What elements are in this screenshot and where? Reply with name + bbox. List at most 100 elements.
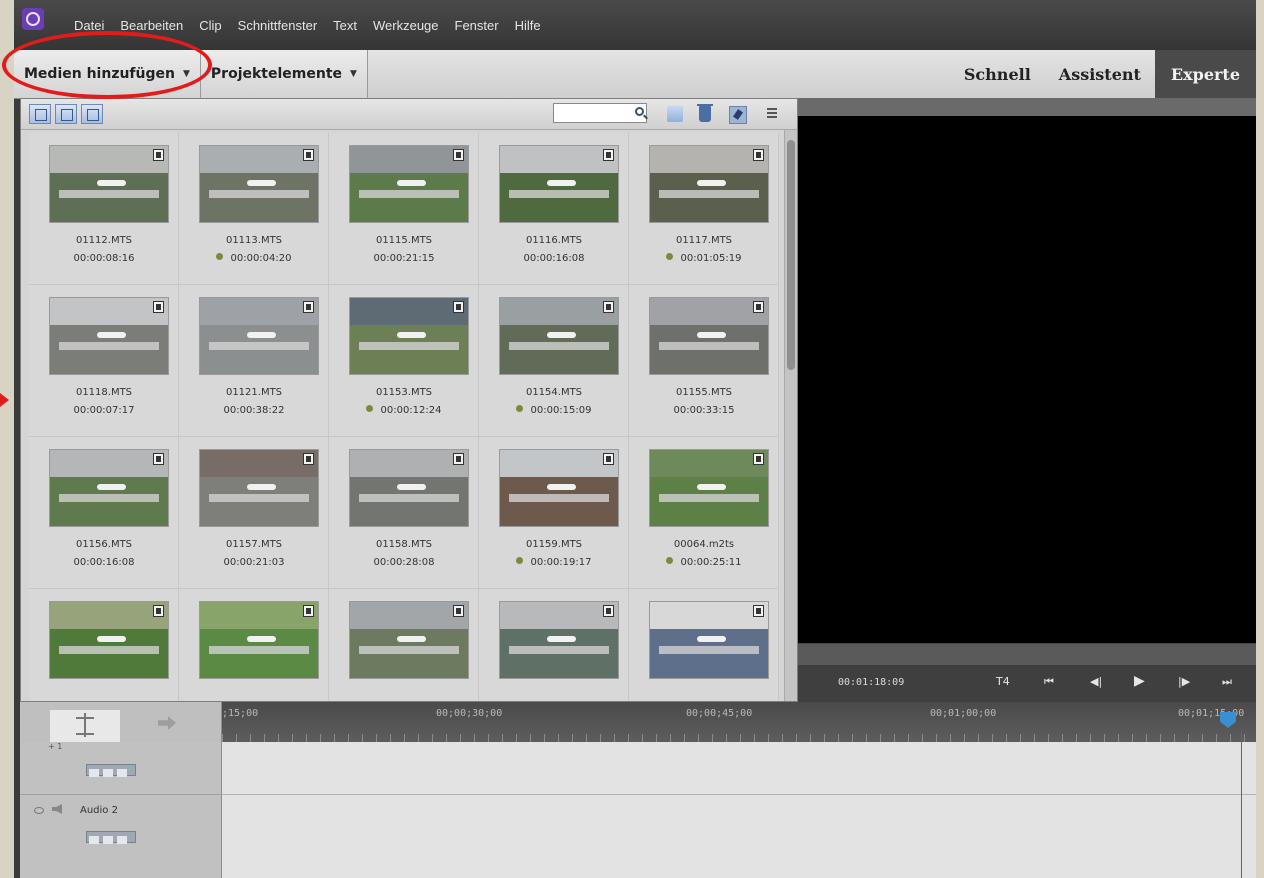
clip-thumbnail[interactable] xyxy=(199,297,319,375)
timeline-ruler[interactable]: ;15;00 00;00;30;00 00;00;45;00 00;01;00;… xyxy=(222,702,1256,742)
clip-thumbnail[interactable] xyxy=(199,145,319,223)
clip-duration-value: 00:00:15:09 xyxy=(530,405,592,416)
clip-thumbnail[interactable] xyxy=(199,449,319,527)
go-to-end-button[interactable]: ⏭ xyxy=(1222,675,1232,689)
clip-thumbnail[interactable] xyxy=(649,449,769,527)
in-use-dot-icon xyxy=(516,405,524,412)
clip-name: 01154.MTS xyxy=(525,387,583,398)
clip-tile[interactable] xyxy=(29,589,179,701)
clip-thumbnail[interactable] xyxy=(349,145,469,223)
panel-menu-icon[interactable] xyxy=(763,106,777,122)
clip-thumbnail[interactable] xyxy=(49,449,169,527)
clip-tile[interactable]: 01117.MTS 00:01:05:19 xyxy=(629,133,779,285)
track-keyframe-buttons[interactable] xyxy=(86,831,136,844)
clip-thumbnail[interactable] xyxy=(49,601,169,679)
clip-tile[interactable] xyxy=(179,589,329,701)
go-to-start-button[interactable]: ⏮ xyxy=(1044,675,1054,689)
clip-duration-value: 00:00:19:17 xyxy=(530,557,592,568)
track-visibility-icon[interactable] xyxy=(34,807,44,814)
clip-duration-value: 00:00:16:08 xyxy=(523,253,585,264)
clip-tile[interactable]: 00064.m2ts 00:00:25:11 xyxy=(629,437,779,589)
assets-scrollbar[interactable] xyxy=(784,130,797,701)
view-zoom-button[interactable] xyxy=(81,104,103,124)
mode-guided[interactable]: Assistent xyxy=(1045,50,1155,98)
menu-bearbeiten[interactable]: Bearbeiten xyxy=(120,18,183,33)
scroll-thumb[interactable] xyxy=(787,140,795,370)
play-button[interactable]: ▶ xyxy=(1134,673,1145,689)
menu-werkzeuge[interactable]: Werkzeuge xyxy=(373,18,439,33)
clip-thumbnail[interactable] xyxy=(199,601,319,679)
clip-thumbnail[interactable] xyxy=(649,297,769,375)
search-icon[interactable] xyxy=(635,107,644,116)
clip-thumbnail[interactable] xyxy=(499,449,619,527)
menu-fenster[interactable]: Fenster xyxy=(455,18,499,33)
clip-tile[interactable]: 01158.MTS 00:00:28:08 xyxy=(329,437,479,589)
view-thumbnail-button[interactable] xyxy=(29,104,51,124)
clip-tile[interactable]: 01159.MTS 00:00:19:17 xyxy=(479,437,629,589)
view-list-button[interactable] xyxy=(55,104,77,124)
monitor-timecode[interactable]: 00:01:18:09 xyxy=(838,677,904,688)
track-size-icon[interactable] xyxy=(50,710,120,742)
clip-tile[interactable] xyxy=(479,589,629,701)
film-icon xyxy=(753,301,764,313)
clip-tile[interactable]: 01118.MTS 00:00:07:17 xyxy=(29,285,179,437)
clip-thumbnail[interactable] xyxy=(649,601,769,679)
in-use-dot-icon xyxy=(516,557,524,564)
pin-icon[interactable] xyxy=(729,106,747,124)
menu-text[interactable]: Text xyxy=(333,18,357,33)
clip-tile[interactable]: 01115.MTS 00:00:21:15 xyxy=(329,133,479,285)
clip-tile[interactable]: 01153.MTS 00:00:12:24 xyxy=(329,285,479,437)
film-icon xyxy=(453,605,464,617)
clip-tile[interactable] xyxy=(629,589,779,701)
menu-hilfe[interactable]: Hilfe xyxy=(515,18,541,33)
clip-duration: 00:00:21:03 xyxy=(179,557,329,568)
monitor-scrubber[interactable] xyxy=(798,643,1256,666)
mode-quick[interactable]: Schnell xyxy=(950,50,1045,98)
split-clip-button[interactable]: T4 xyxy=(996,675,1010,688)
clip-duration: 00:00:04:20 xyxy=(179,253,329,264)
clip-tile[interactable]: 01157.MTS 00:00:21:03 xyxy=(179,437,329,589)
clip-duration-value: 00:00:04:20 xyxy=(230,253,292,264)
track-lane-audio-2[interactable] xyxy=(222,795,1256,878)
clip-duration-value: 00:00:38:22 xyxy=(223,405,285,416)
film-icon xyxy=(453,453,464,465)
arrow-right-icon[interactable] xyxy=(158,716,176,730)
track-keyframe-buttons[interactable] xyxy=(86,764,136,777)
app-logo-icon[interactable] xyxy=(22,8,44,30)
step-back-button[interactable]: ◀| xyxy=(1090,675,1102,688)
clip-duration: 00:00:21:15 xyxy=(329,253,479,264)
clip-thumbnail[interactable] xyxy=(499,601,619,679)
track-lane[interactable] xyxy=(222,742,1256,795)
clip-thumbnail[interactable] xyxy=(49,297,169,375)
clip-thumbnail[interactable] xyxy=(649,145,769,223)
new-folder-icon[interactable] xyxy=(667,106,683,122)
clip-tile[interactable]: 01113.MTS 00:00:04:20 xyxy=(179,133,329,285)
clip-tile[interactable]: 01116.MTS 00:00:16:08 xyxy=(479,133,629,285)
clip-thumbnail[interactable] xyxy=(349,297,469,375)
clip-thumbnail[interactable] xyxy=(349,449,469,527)
mode-expert[interactable]: Experte xyxy=(1154,50,1256,98)
clip-tile[interactable]: 01154.MTS 00:00:15:09 xyxy=(479,285,629,437)
clip-tile[interactable]: 01155.MTS 00:00:33:15 xyxy=(629,285,779,437)
menu-clip[interactable]: Clip xyxy=(199,18,221,33)
step-forward-button[interactable]: |▶ xyxy=(1178,675,1190,688)
speaker-icon[interactable] xyxy=(52,804,62,814)
clip-tile[interactable]: 01121.MTS 00:00:38:22 xyxy=(179,285,329,437)
ruler-ticks xyxy=(222,734,1256,742)
trash-icon[interactable] xyxy=(697,104,713,122)
film-icon xyxy=(603,605,614,617)
clip-thumbnail[interactable] xyxy=(349,601,469,679)
project-assets-dropdown[interactable]: Projektelemente ▼ xyxy=(200,50,368,98)
menu-schnittfenster[interactable]: Schnittfenster xyxy=(238,18,318,33)
clip-thumbnail[interactable] xyxy=(49,145,169,223)
clip-tile[interactable]: 01156.MTS 00:00:16:08 xyxy=(29,437,179,589)
clip-tile[interactable]: 01112.MTS 00:00:08:16 xyxy=(29,133,179,285)
clip-name: 01157.MTS xyxy=(225,539,283,550)
clip-tile[interactable] xyxy=(329,589,479,701)
playhead-line xyxy=(1241,732,1242,878)
highlight-ellipse xyxy=(2,31,212,99)
timeline-tools xyxy=(20,702,222,742)
clip-thumbnail[interactable] xyxy=(499,297,619,375)
clip-thumbnail[interactable] xyxy=(499,145,619,223)
search-input[interactable] xyxy=(553,103,647,123)
